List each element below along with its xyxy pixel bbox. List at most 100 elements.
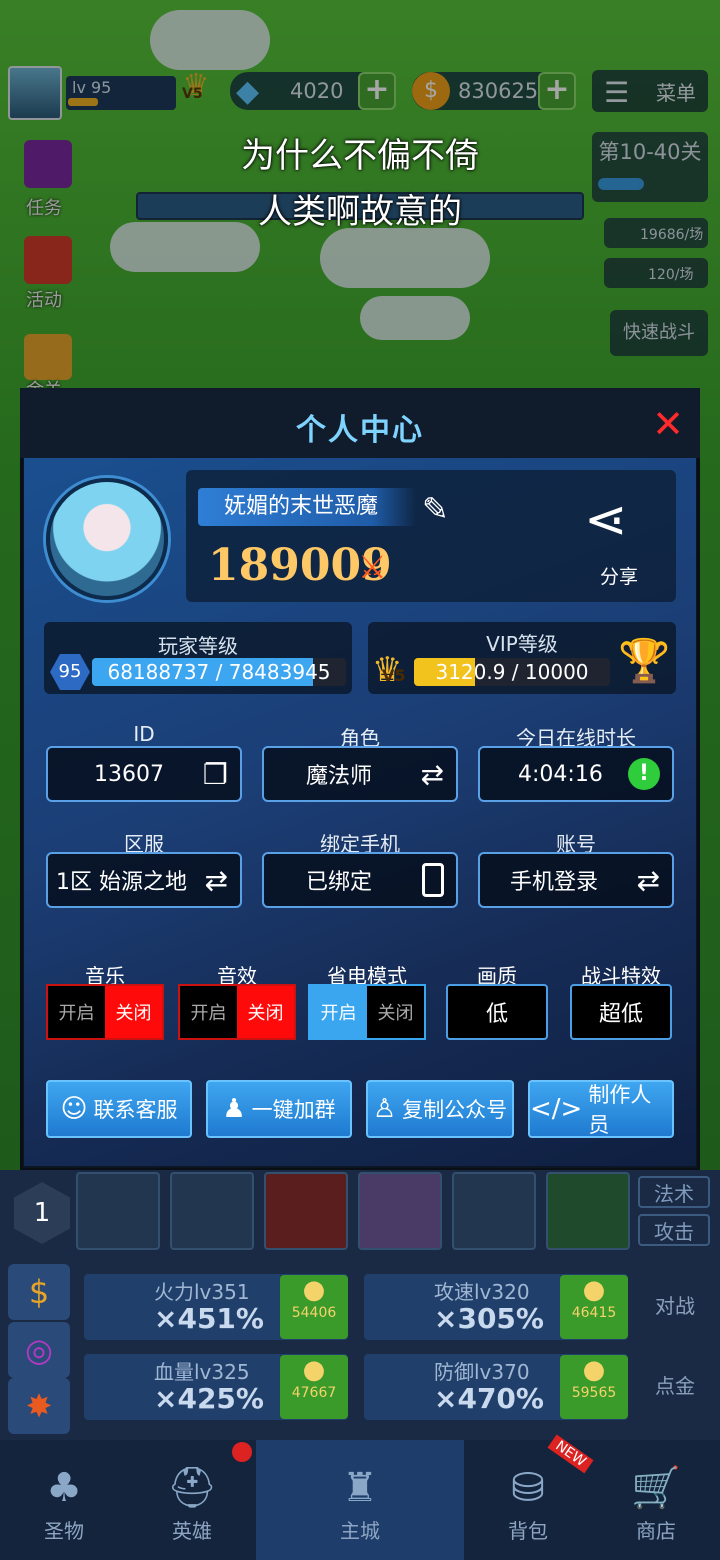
penguin-icon: ♟ <box>222 1094 246 1124</box>
online-time-value: 4:04:16 <box>518 761 603 787</box>
support-agent-icon: ☺ <box>60 1094 88 1124</box>
edit-name-icon[interactable]: ✎ <box>422 490 449 528</box>
upgrade-attack-speed[interactable]: 攻速lv320 ×305% ● 46415 <box>364 1274 628 1340</box>
contact-support-label: 联系客服 <box>93 1098 178 1122</box>
upgrade-value: ×451% <box>154 1302 264 1335</box>
notification-dot <box>232 1442 252 1462</box>
upgrade-name: 火力lv351 <box>154 1280 250 1304</box>
close-button[interactable]: ✕ <box>650 405 686 443</box>
tab-spell[interactable]: 法术 <box>638 1176 710 1208</box>
upgrade-name: 血量lv325 <box>154 1360 250 1384</box>
code-icon: </> <box>530 1094 583 1124</box>
player-portrait[interactable] <box>46 478 168 600</box>
power-save-off[interactable]: 关闭 <box>367 986 424 1038</box>
upgrade-value: ×470% <box>434 1382 544 1415</box>
role-field: 魔法师 ⇄ <box>262 746 458 802</box>
phone-icon[interactable] <box>422 863 444 897</box>
id-field: 13607 ❐ <box>46 746 242 802</box>
trophy-icon[interactable]: 🏆 <box>618 636 670 686</box>
id-value: 13607 <box>94 761 164 787</box>
info-alert-icon[interactable]: ! <box>628 758 660 790</box>
crossed-swords-icon: ⚔ <box>358 548 387 586</box>
player-exp-text: 68188737 / 78483945 <box>107 660 331 684</box>
music-off[interactable]: 关闭 <box>105 986 162 1038</box>
phone-value: 已绑定 <box>306 870 373 895</box>
sfx-on[interactable]: 开启 <box>180 986 237 1038</box>
upgrade-name: 防御lv370 <box>434 1360 530 1384</box>
account-value: 手机登录 <box>510 870 599 895</box>
clover-icon: ♣ <box>46 1465 82 1511</box>
power-save-on[interactable]: 开启 <box>310 986 367 1038</box>
caption-line-1: 为什么不偏不倚 <box>241 136 479 176</box>
id-label: ID <box>133 722 155 746</box>
nav-shop[interactable]: 🛒 商店 <box>592 1440 720 1560</box>
vip-badge-label: V5 <box>382 666 406 685</box>
nav-main-city[interactable]: ♜ 主城 <box>256 1440 464 1560</box>
share-label[interactable]: 分享 <box>600 562 638 589</box>
upgrade-cost-button[interactable]: ● 47667 <box>280 1355 348 1419</box>
switch-server-icon[interactable]: ⇄ <box>205 864 228 897</box>
copy-official-account-button[interactable]: ♙ 复制公众号 <box>366 1080 514 1138</box>
sfx-off[interactable]: 关闭 <box>237 986 294 1038</box>
nav-label: 圣物 <box>44 1519 84 1543</box>
upgrade-cost: 54406 <box>291 1305 337 1321</box>
castle-icon: ♜ <box>342 1465 378 1511</box>
dialog-title: 个人中心 <box>296 413 424 448</box>
cart-icon: 🛒 <box>631 1465 681 1511</box>
skill-slot[interactable] <box>358 1172 442 1250</box>
copy-icon[interactable]: ❐ <box>203 758 228 791</box>
skill-slot[interactable] <box>170 1172 254 1250</box>
credits-label: 制作人员 <box>588 1083 652 1137</box>
pvp-button[interactable]: 对战 <box>640 1290 710 1319</box>
player-level-label: 玩家等级 <box>158 634 238 658</box>
account-field: 手机登录 ⇄ <box>478 852 674 908</box>
join-group-button[interactable]: ♟ 一键加群 <box>206 1080 352 1138</box>
phone-field: 已绑定 <box>262 852 458 908</box>
share-icon[interactable]: ⋖ <box>584 490 628 550</box>
star-burst-icon[interactable]: ✸ <box>8 1378 70 1434</box>
upgrade-value: ×425% <box>154 1382 264 1415</box>
upgrade-health[interactable]: 血量lv325 ×425% ● 47667 <box>84 1354 348 1420</box>
server-value: 1区 始源之地 <box>56 870 187 895</box>
upgrade-cost-button[interactable]: ● 54406 <box>280 1275 348 1339</box>
upgrade-defense[interactable]: 防御lv370 ×470% ● 59565 <box>364 1354 628 1420</box>
credits-button[interactable]: </> 制作人员 <box>528 1080 674 1138</box>
backpack-icon: ⛁ <box>511 1465 545 1511</box>
role-value: 魔法师 <box>306 764 373 789</box>
contact-support-button[interactable]: ☺ 联系客服 <box>46 1080 192 1138</box>
person-icon: ♙ <box>372 1094 397 1124</box>
upgrade-value: ×305% <box>434 1302 544 1335</box>
power-save-toggle[interactable]: 开启 关闭 <box>308 984 426 1040</box>
nav-label: 英雄 <box>172 1519 212 1543</box>
online-time-field: 4:04:16 ! <box>478 746 674 802</box>
caption-line-2: 人类啊故意的 <box>258 192 462 232</box>
alchemy-button[interactable]: 点金 <box>640 1370 710 1399</box>
player-name: 妩媚的末世恶魔 <box>198 488 416 526</box>
quality-select[interactable]: 低 <box>446 984 548 1040</box>
helmet-icon: ⛑ <box>166 1465 218 1511</box>
copy-official-account-label: 复制公众号 <box>402 1098 508 1122</box>
music-on[interactable]: 开启 <box>48 986 105 1038</box>
server-field: 1区 始源之地 ⇄ <box>46 852 242 908</box>
nav-relics[interactable]: ♣ 圣物 <box>0 1440 128 1560</box>
gold-coin-icon[interactable]: $ <box>8 1264 70 1320</box>
upgrade-cost-button[interactable]: ● 46415 <box>560 1275 628 1339</box>
skill-slot[interactable] <box>264 1172 348 1250</box>
upgrade-cost-button[interactable]: ● 59565 <box>560 1355 628 1419</box>
music-toggle[interactable]: 开启 关闭 <box>46 984 164 1040</box>
nav-label: 商店 <box>636 1519 676 1543</box>
sfx-toggle[interactable]: 开启 关闭 <box>178 984 296 1040</box>
skill-slot[interactable] <box>452 1172 536 1250</box>
upgrade-name: 攻速lv320 <box>434 1280 530 1304</box>
switch-account-icon[interactable]: ⇄ <box>637 864 660 897</box>
join-group-label: 一键加群 <box>251 1098 336 1122</box>
switch-role-icon[interactable]: ⇄ <box>421 758 444 791</box>
tab-attack[interactable]: 攻击 <box>638 1214 710 1246</box>
vortex-icon[interactable]: ◎ <box>8 1322 70 1378</box>
upgrade-cost: 47667 <box>291 1385 337 1401</box>
nav-label: 背包 <box>508 1519 548 1543</box>
skill-slot[interactable] <box>76 1172 160 1250</box>
skill-slot[interactable] <box>546 1172 630 1250</box>
upgrade-firepower[interactable]: 火力lv351 ×451% ● 54406 <box>84 1274 348 1340</box>
battle-fx-select[interactable]: 超低 <box>570 984 672 1040</box>
